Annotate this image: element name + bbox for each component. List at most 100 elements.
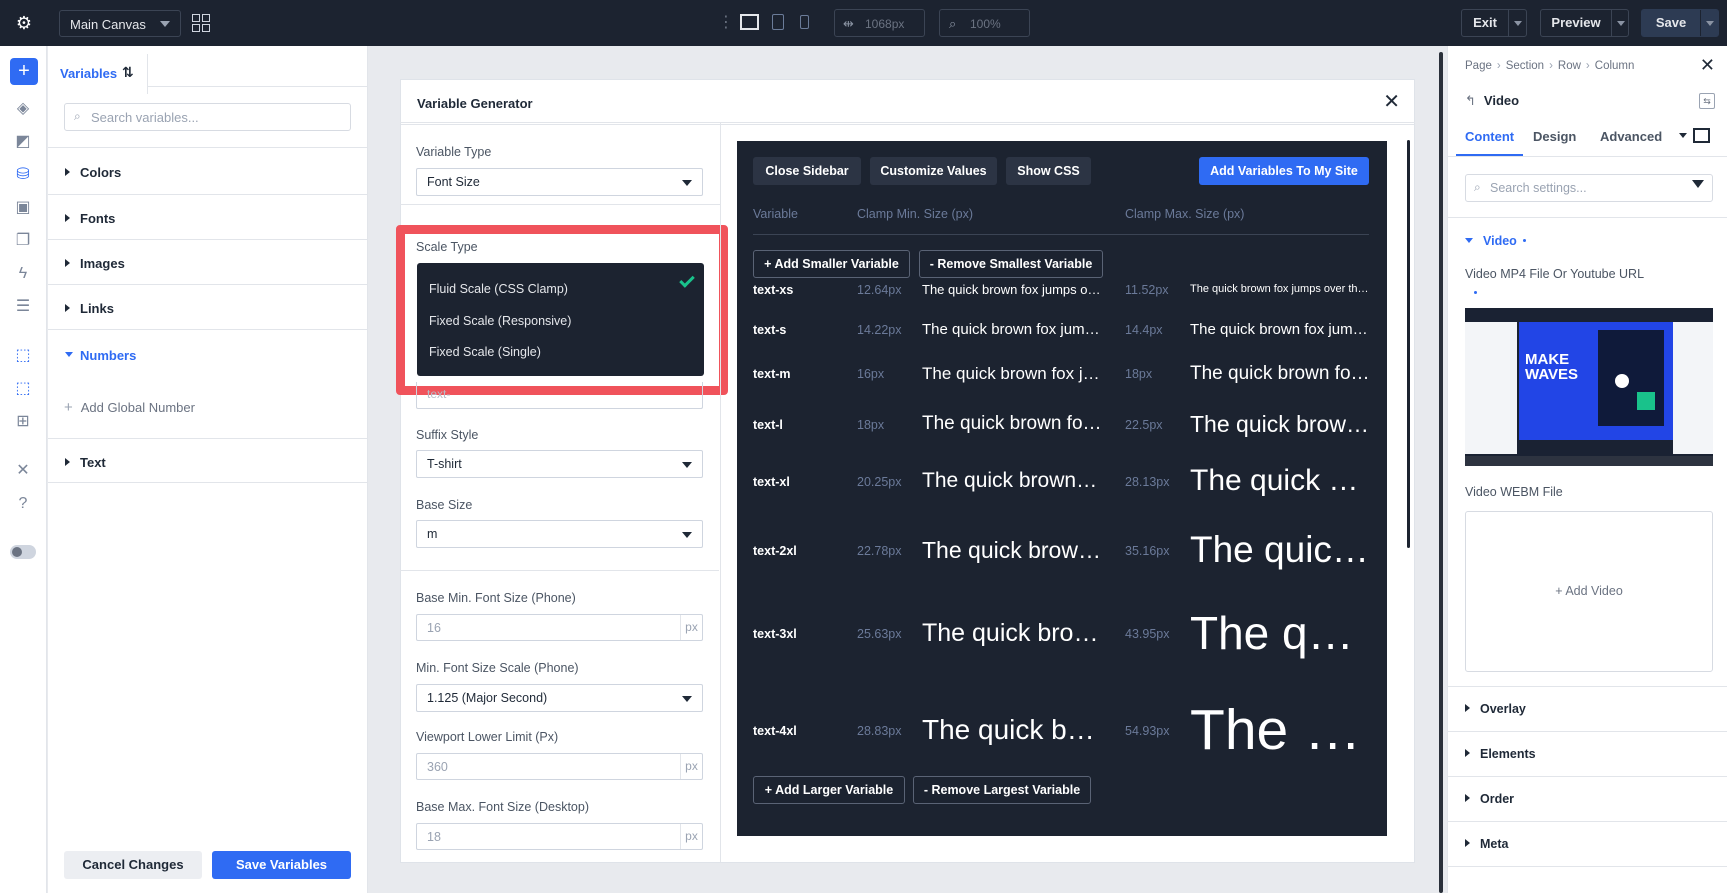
video-thumbnail[interactable]: MAKE WAVES [1465, 308, 1713, 466]
base-size-select[interactable]: m [416, 520, 703, 548]
section-text[interactable]: Text [48, 438, 368, 483]
section-elements[interactable]: Elements [1465, 747, 1536, 761]
section-colors[interactable]: Colors [48, 147, 368, 194]
preview-scrollbar[interactable] [1407, 140, 1410, 548]
search-icon: ⌕ [74, 109, 81, 123]
crumb-section[interactable]: Section [1506, 60, 1544, 72]
min-scale-select[interactable]: 1.125 (Major Second) [416, 684, 703, 712]
section-fonts[interactable]: Fonts [48, 194, 368, 239]
base-min-input[interactable]: 16 px [416, 614, 703, 641]
cancel-changes-button[interactable]: Cancel Changes [64, 851, 202, 879]
variable-name: text-m [753, 367, 791, 382]
tab-design[interactable]: Design [1533, 129, 1576, 144]
prefix-input[interactable]: text- [416, 382, 703, 409]
settings-search-input[interactable]: ⌕ Search settings... [1465, 174, 1713, 202]
crumb-page[interactable]: Page [1465, 60, 1492, 72]
scale-option-fixed-responsive[interactable]: Fixed Scale (Responsive) [429, 314, 571, 328]
caret-down-icon [1465, 238, 1473, 243]
show-css-button[interactable]: Show CSS [1006, 157, 1091, 185]
crumb-row[interactable]: Row [1558, 60, 1581, 72]
database-icon[interactable]: ⛁ [12, 164, 34, 186]
list-icon[interactable]: ☰ [12, 296, 34, 318]
tools-icon[interactable]: ✕ [12, 460, 34, 482]
desktop-view-icon[interactable] [740, 14, 759, 30]
viewport-lower-input[interactable]: 360 px [416, 753, 703, 780]
grid-layout-icon[interactable] [192, 14, 210, 32]
close-sidebar-button[interactable]: Close Sidebar [753, 157, 861, 185]
responsive-box-icon[interactable] [1693, 128, 1710, 143]
caret-right-icon [65, 304, 70, 312]
section-links[interactable]: Links [48, 284, 368, 329]
section-images[interactable]: Images [48, 239, 368, 284]
theme-toggle[interactable] [10, 545, 36, 559]
save-variables-button[interactable]: Save Variables [212, 851, 351, 879]
sample-min-text: The quick brown fox jumps over the lazy … [922, 714, 1102, 746]
scale-option-fluid[interactable]: Fluid Scale (CSS Clamp) [429, 282, 568, 296]
pages-icon[interactable]: ❐ [12, 230, 34, 252]
help-icon[interactable]: ? [12, 493, 34, 515]
save-button[interactable]: Save [1641, 9, 1719, 37]
close-icon[interactable]: ✕ [1383, 89, 1400, 114]
add-global-number-button[interactable]: + Add Global Number [64, 399, 195, 416]
add-video-button[interactable]: + Add Video [1466, 584, 1712, 598]
exit-button[interactable]: Exit [1461, 9, 1527, 37]
scale-option-fixed-single[interactable]: Fixed Scale (Single) [429, 345, 541, 359]
canvas-scrollbar[interactable] [1439, 52, 1443, 893]
chevron-down-icon[interactable] [1706, 21, 1714, 26]
add-smaller-variable-button[interactable]: + Add Smaller Variable [753, 250, 910, 278]
portability-icon[interactable]: ⊞ [12, 411, 34, 433]
crumb-column[interactable]: Column [1595, 60, 1635, 72]
chevron-down-icon[interactable] [1617, 21, 1625, 26]
add-larger-variable-button[interactable]: + Add Larger Variable [753, 776, 905, 804]
chevron-down-icon [682, 180, 692, 186]
modal-title: Variable Generator [417, 96, 533, 111]
back-arrow-icon[interactable]: ↰ [1465, 93, 1476, 108]
drag-handle-icon[interactable]: ⋮ [718, 13, 734, 33]
design-icon[interactable]: ◩ [12, 131, 34, 153]
suffix-style-select[interactable]: T-shirt [416, 450, 703, 478]
section-numbers-label: Numbers [80, 348, 137, 363]
section-text-label: Text [80, 455, 106, 470]
webm-upload[interactable]: + Add Video [1465, 511, 1713, 672]
filter-icon[interactable] [1692, 180, 1704, 188]
sort-icon[interactable]: ⇅ [122, 64, 134, 81]
tablet-view-icon[interactable] [772, 14, 784, 30]
section-meta[interactable]: Meta [1465, 837, 1508, 851]
add-icon[interactable]: + [10, 58, 38, 85]
tab-variables[interactable]: Variables ⇅ [48, 54, 148, 94]
chevron-down-icon[interactable] [1679, 133, 1687, 138]
tab-content[interactable]: Content [1465, 129, 1514, 144]
variable-min-size: 22.78px [857, 544, 902, 559]
layers-icon[interactable]: ◈ [12, 98, 34, 120]
chevron-down-icon[interactable] [1514, 21, 1522, 26]
sample-max-text: The quick brown fox jumps over the lazy … [1190, 529, 1370, 570]
variable-name: text-4xl [753, 724, 797, 739]
close-icon[interactable]: ✕ [1700, 55, 1715, 76]
presets-icon[interactable]: ▣ [12, 197, 34, 219]
variable-type-select[interactable]: Font Size [416, 168, 703, 196]
select-multi-icon[interactable]: ⬚ [12, 378, 34, 400]
add-variables-button[interactable]: Add Variables To My Site [1199, 157, 1369, 185]
sample-min-text: The quick brown fox jumps over the lazy … [922, 321, 1102, 338]
config-icon[interactable]: ⇆ [1699, 93, 1715, 109]
customize-values-button[interactable]: Customize Values [870, 157, 997, 185]
zoom-input[interactable]: ⌕ 100% [939, 9, 1030, 37]
base-max-input[interactable]: 18 px [416, 823, 703, 850]
sample-max-text: The quick brown fox jumps over the lazy … [1190, 411, 1370, 437]
phone-view-icon[interactable] [800, 15, 809, 29]
variables-search-input[interactable]: ⌕ Search variables... [64, 103, 351, 131]
settings-gear-icon[interactable]: ⚙ [14, 13, 34, 33]
remove-smallest-variable-button[interactable]: - Remove Smallest Variable [919, 250, 1103, 278]
select-cursor-icon[interactable]: ⬚ [12, 345, 34, 367]
section-numbers[interactable]: Numbers [48, 329, 368, 384]
section-overlay[interactable]: Overlay [1465, 702, 1526, 716]
canvas-select[interactable]: Main Canvas [59, 10, 181, 37]
top-toolbar: ⚙ Main Canvas ⋮ ⇹ 1068px ⌕ 100% Exit Pre… [0, 0, 1727, 46]
remove-largest-variable-button[interactable]: - Remove Largest Variable [913, 776, 1091, 804]
canvas-width-input[interactable]: ⇹ 1068px [834, 9, 925, 37]
section-video[interactable]: Video [1465, 234, 1526, 248]
lightning-icon[interactable]: ϟ [12, 263, 34, 285]
section-order[interactable]: Order [1465, 792, 1514, 806]
preview-button[interactable]: Preview [1540, 9, 1629, 37]
tab-advanced[interactable]: Advanced [1600, 129, 1662, 144]
